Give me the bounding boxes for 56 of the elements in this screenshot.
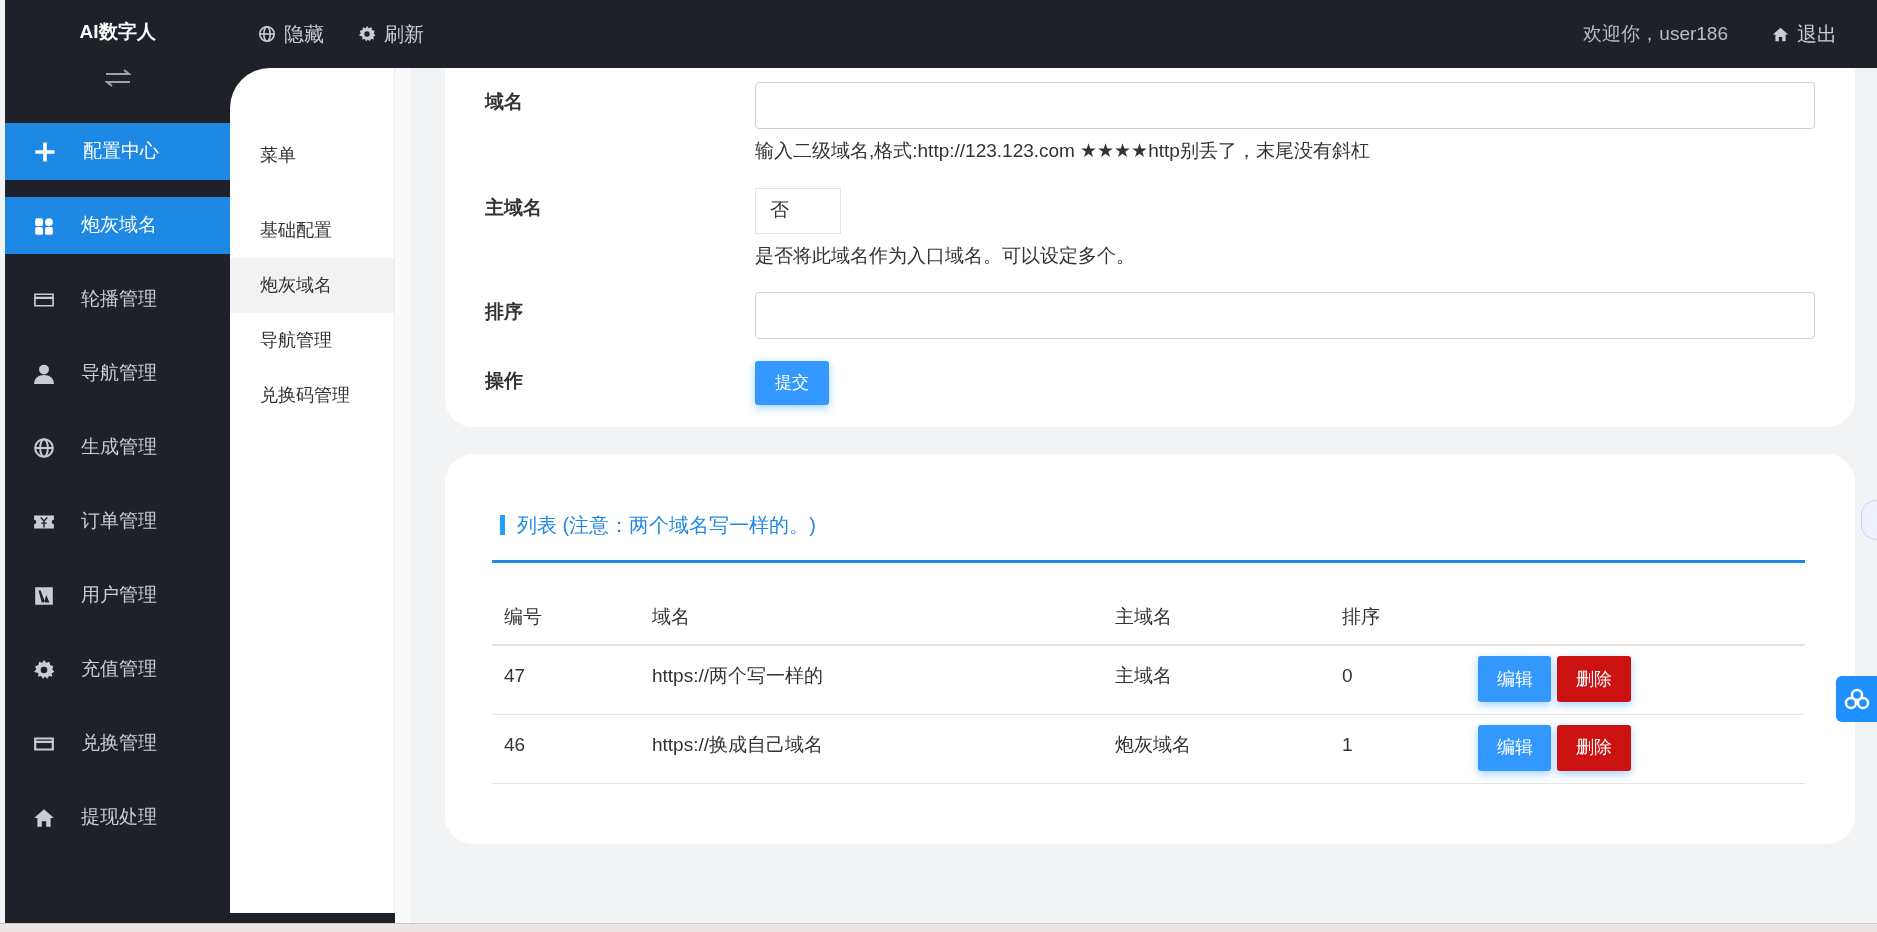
sidebar-item[interactable]: 炮灰域名 xyxy=(5,197,230,254)
form-label: 操作 xyxy=(485,369,524,393)
input-field[interactable] xyxy=(755,292,1815,339)
select-field[interactable]: 否 xyxy=(755,187,841,234)
welcome-text: 欢迎你，user186 xyxy=(1583,21,1728,46)
logout-button[interactable]: 退出 xyxy=(1772,19,1837,49)
table-cell: 0 xyxy=(1342,665,1353,686)
table-cell: https://两个写一样的 xyxy=(652,665,824,686)
sidebar-item[interactable]: 兑换管理 xyxy=(5,715,230,772)
sidebar-item[interactable]: 配置中心 xyxy=(5,123,230,180)
submenu-item[interactable]: 基础配置 xyxy=(230,203,394,258)
header-button[interactable]: 刷新 xyxy=(358,19,424,49)
submenu-item[interactable]: 炮灰域名 xyxy=(230,258,394,313)
table-cell: 炮灰域名 xyxy=(1115,733,1191,755)
help-text: 输入二级域名,格式:http://123.123.com ★★★★http别丢了，末尾没有斜杠 xyxy=(755,139,1371,163)
form-label: 域名 xyxy=(485,90,524,114)
image-icon xyxy=(33,584,55,607)
table-cell: 47 xyxy=(504,665,526,686)
home-icon xyxy=(1772,25,1789,43)
user-icon xyxy=(33,362,55,385)
gear-icon xyxy=(33,658,55,681)
form-label: 主域名 xyxy=(485,195,543,220)
table-cell: https://换成自己域名 xyxy=(652,733,824,755)
sidebar-item[interactable]: 提现处理 xyxy=(5,789,230,846)
plus-icon xyxy=(33,139,57,164)
column-header: 编号 xyxy=(504,606,542,628)
header-button[interactable]: 隐藏 xyxy=(258,19,324,49)
input-field[interactable] xyxy=(755,82,1815,129)
delete-button[interactable]: 删除 xyxy=(1557,656,1631,702)
submenu-item[interactable]: 导航管理 xyxy=(230,313,394,368)
app-title: AI数字人 xyxy=(79,19,156,44)
title-accent xyxy=(500,515,505,535)
swap-icon[interactable] xyxy=(104,68,131,88)
sidebar-item[interactable]: 订单管理 xyxy=(5,493,230,550)
globe-icon xyxy=(33,436,55,459)
form-label: 排序 xyxy=(485,300,524,324)
table-cell: 46 xyxy=(504,733,526,755)
gear-icon xyxy=(358,25,376,43)
submenu-item[interactable]: 兑换码管理 xyxy=(230,368,394,423)
table-cell: 主域名 xyxy=(1115,665,1172,686)
help-text: 是否将此域名作为入口域名。可以设定多个。 xyxy=(755,243,1136,268)
sidebar-item[interactable]: 生成管理 xyxy=(5,419,230,476)
delete-button[interactable]: 删除 xyxy=(1557,724,1631,771)
globe-icon xyxy=(258,25,276,43)
table-cell: 1 xyxy=(1342,733,1353,755)
list-title: 列表 (注意：两个域名写一样的。) xyxy=(517,513,816,538)
column-header: 主域名 xyxy=(1115,606,1172,628)
sidebar-item[interactable]: 用户管理 xyxy=(5,567,230,624)
floating-button[interactable] xyxy=(1836,676,1877,722)
sidebar-item[interactable]: 导航管理 xyxy=(5,345,230,402)
cloud-icon xyxy=(1843,688,1870,710)
submenu-heading: 菜单 xyxy=(259,144,297,167)
column-header: 域名 xyxy=(652,606,690,628)
sidebar-item[interactable]: 充值管理 xyxy=(5,641,230,698)
sidebar-item[interactable]: 轮播管理 xyxy=(5,271,230,328)
column-header: 排序 xyxy=(1342,606,1380,628)
